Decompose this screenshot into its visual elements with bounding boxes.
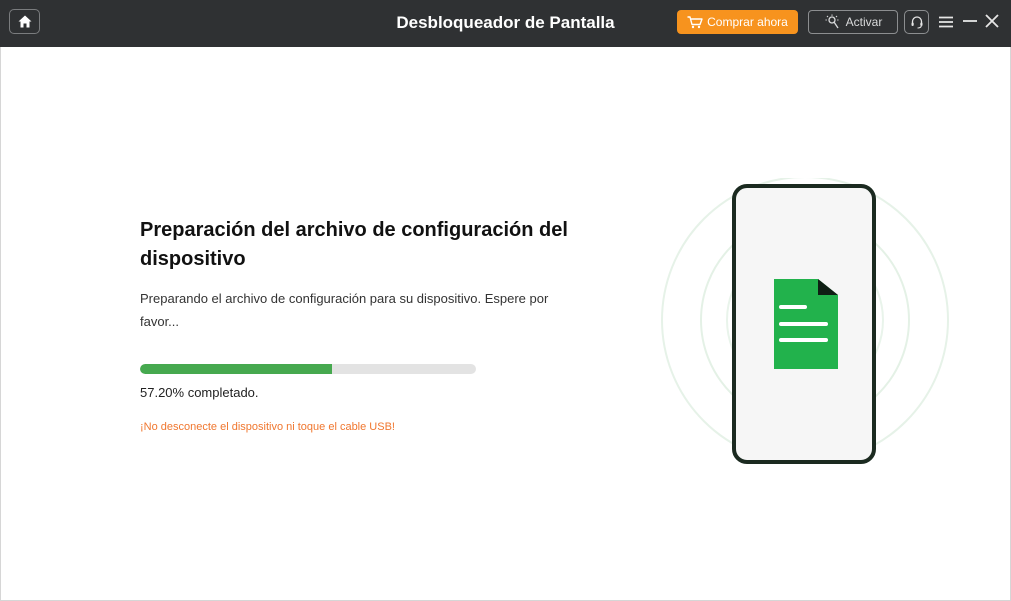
activate-button[interactable]: Activar [808, 10, 898, 34]
buy-now-button[interactable]: Comprar ahora [677, 10, 798, 34]
progress-bar-fill [140, 364, 333, 374]
cart-icon [687, 15, 703, 28]
activate-label: Activar [845, 15, 883, 29]
home-button[interactable] [9, 9, 40, 34]
document-icon [774, 279, 838, 369]
progress-text: 57.20% completado. [140, 385, 259, 400]
headset-icon [911, 16, 922, 29]
close-button[interactable] [983, 12, 1001, 30]
close-icon [985, 14, 999, 28]
key-icon [825, 14, 839, 29]
phone-illustration [661, 178, 949, 464]
home-icon [18, 15, 31, 28]
warning-text: ¡No desconecte el dispositivo ni toque e… [140, 421, 395, 433]
menu-icon [939, 16, 953, 28]
support-button[interactable] [904, 10, 929, 34]
title-bar: Desbloqueador de Pantalla Comprar ahora … [0, 0, 1011, 47]
buy-now-label: Comprar ahora [707, 15, 788, 29]
progress-bar [140, 364, 476, 374]
menu-button[interactable] [937, 13, 955, 31]
minimize-button[interactable] [961, 13, 979, 31]
status-description: Preparando el archivo de configuración p… [140, 291, 549, 329]
page-title: Preparación del archivo de configuración… [140, 219, 568, 270]
minimize-icon [963, 20, 977, 22]
